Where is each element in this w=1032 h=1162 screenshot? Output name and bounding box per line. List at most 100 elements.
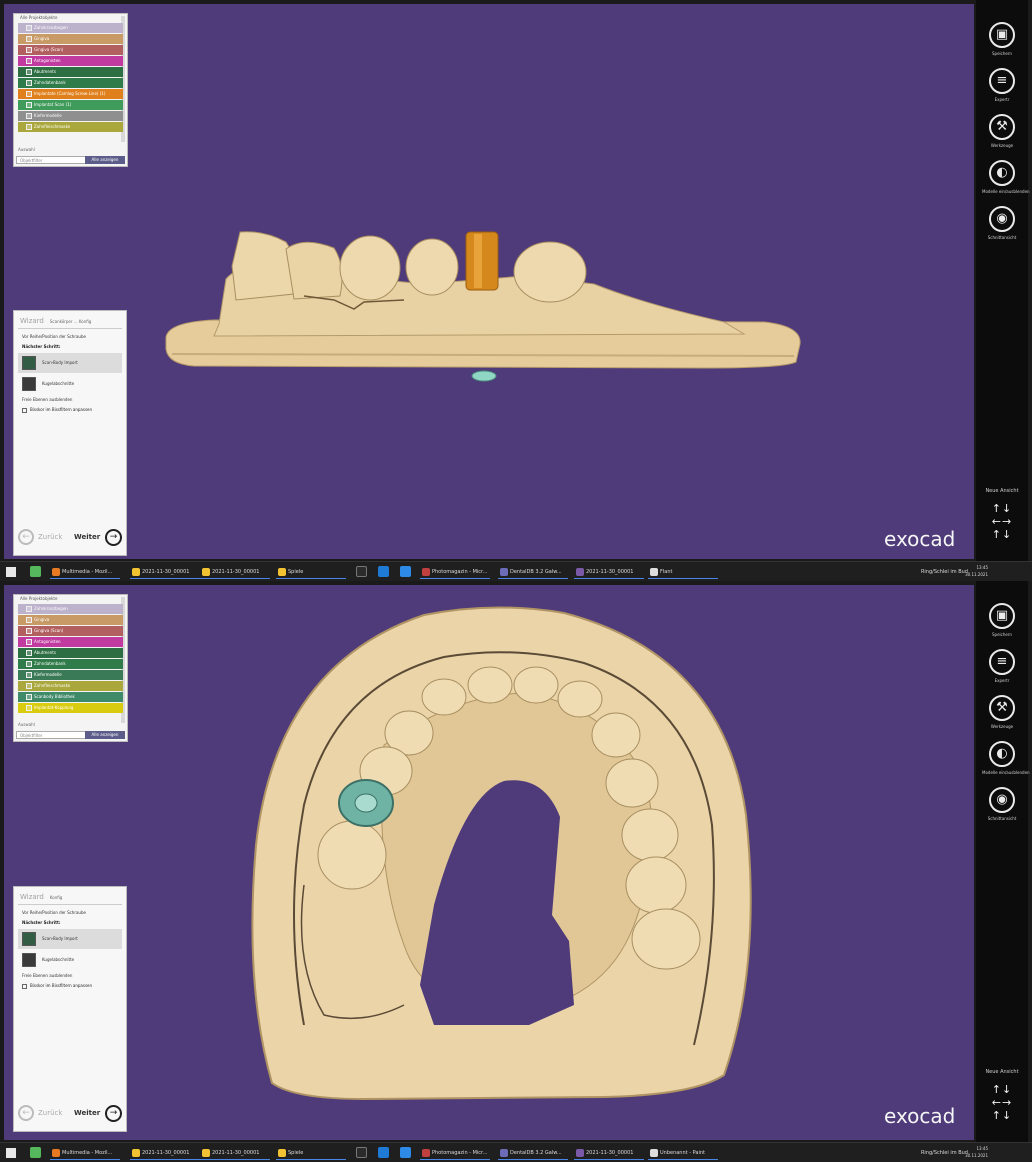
app-icon[interactable] — [400, 566, 411, 577]
toolbar-button[interactable]: ⚒ Werkzeuge — [982, 695, 1022, 735]
object-filter-input[interactable]: Objektfilter — [16, 156, 86, 164]
object-tree-item[interactable]: Implantate (Camlog Screw-Line) (1) — [18, 89, 123, 99]
app-icon[interactable] — [400, 1147, 411, 1158]
model-side-view[interactable] — [4, 4, 974, 559]
toolbar-button[interactable]: ⚒ Werkzeuge — [982, 114, 1022, 154]
windows-start-icon[interactable] — [6, 567, 16, 577]
visibility-checkbox[interactable] — [26, 58, 32, 64]
object-tree-item[interactable]: Zahndatenbank — [18, 78, 123, 88]
object-tree-item[interactable]: Zahnfleischmaske — [18, 681, 123, 691]
taskbar-clock[interactable]: 13:45 30.11.2021 — [965, 1145, 988, 1159]
visibility-checkbox[interactable] — [26, 639, 32, 645]
back-button[interactable]: Zurück — [38, 1109, 62, 1117]
visibility-checkbox[interactable] — [26, 606, 32, 612]
app-icon[interactable] — [30, 566, 41, 577]
back-arrow-icon[interactable]: ← — [18, 1105, 34, 1121]
toolbar-button[interactable]: ◉ Schnittansicht — [982, 787, 1022, 827]
taskbar-window-button[interactable]: Flant — [648, 565, 718, 579]
visibility-checkbox[interactable] — [26, 661, 32, 667]
3d-viewport-side[interactable]: Alle Projektobjekte Zahnkranzbogen Gingiv… — [4, 4, 974, 559]
taskbar-window-button[interactable]: 2021-11-30_00001 — [200, 565, 270, 579]
wizard-link[interactable]: Freie Ebenen ausblenden — [14, 395, 126, 405]
visibility-checkbox[interactable] — [26, 694, 32, 700]
object-tree-item[interactable]: Gingiva (Scan) — [18, 45, 123, 55]
view-rotate-arrows-icon[interactable]: ↑↓ ←→ ↑↓ — [984, 1083, 1020, 1122]
visibility-checkbox[interactable] — [26, 683, 32, 689]
app-icon[interactable] — [356, 1147, 367, 1158]
checkbox-box[interactable] — [22, 407, 27, 413]
next-button[interactable]: Weiter — [74, 1109, 100, 1117]
taskbar-window-button[interactable]: 2021-11-30_00001 — [130, 565, 200, 579]
visibility-checkbox[interactable] — [26, 628, 32, 634]
object-tree-item[interactable]: Kiefermodelle — [18, 111, 123, 121]
wizard-option-selected[interactable]: Scan-Body Import — [18, 929, 122, 949]
next-arrow-icon[interactable]: → — [105, 529, 122, 546]
visibility-checkbox[interactable] — [26, 113, 32, 119]
visibility-checkbox[interactable] — [26, 25, 32, 31]
3d-viewport-occlusal[interactable]: Alle Projektobjekte Zahnkranzbogen Gingiv… — [4, 585, 974, 1140]
object-tree-item[interactable]: Implantat Scan (1) — [18, 100, 123, 110]
next-arrow-icon[interactable]: → — [105, 1105, 122, 1122]
visibility-checkbox[interactable] — [26, 47, 32, 53]
taskbar-window-button[interactable]: Photomagazin - Micr... — [420, 565, 490, 579]
visibility-checkbox[interactable] — [26, 102, 32, 108]
taskbar-window-button[interactable]: Spiele — [276, 1146, 346, 1160]
toolbar-button[interactable]: ◉ Schnittansicht — [982, 206, 1022, 246]
object-tree-item[interactable]: Gingiva — [18, 615, 123, 625]
object-tree-item[interactable]: Gingiva — [18, 34, 123, 44]
object-tree-item[interactable]: Zahnkranzbogen — [18, 604, 123, 614]
object-tree-item[interactable]: Zahndatenbank — [18, 659, 123, 669]
taskbar-window-button[interactable]: 2021-11-30_00001 — [130, 1146, 200, 1160]
visibility-checkbox[interactable] — [26, 672, 32, 678]
taskbar-window-button[interactable]: 2021-11-30_00001 — [574, 1146, 644, 1160]
toolbar-button[interactable]: ▣ Speichern — [982, 22, 1022, 62]
object-tree-item[interactable]: Gingiva (Scan) — [18, 626, 123, 636]
visibility-checkbox[interactable] — [26, 91, 32, 97]
visibility-checkbox[interactable] — [26, 617, 32, 623]
taskbar-window-button[interactable]: 2021-11-30_00001 — [574, 565, 644, 579]
tray-text[interactable]: Ring/Schlei im Bud — [921, 565, 968, 579]
visibility-checkbox[interactable] — [26, 80, 32, 86]
visibility-checkbox[interactable] — [26, 705, 32, 711]
object-tree-panel[interactable]: Alle Projektobjekte Zahnkranzbogen Gingiv… — [13, 13, 128, 167]
back-arrow-icon[interactable]: ← — [18, 529, 34, 545]
taskbar-window-button[interactable]: 2021-11-30_00001 — [200, 1146, 270, 1160]
object-tree-item[interactable]: Kiefermodelle — [18, 670, 123, 680]
object-tree-item[interactable]: Implantat-Kopplung — [18, 703, 123, 713]
object-tree-item[interactable]: Abutments — [18, 67, 123, 77]
toolbar-button[interactable]: ≡ Expertr — [982, 649, 1022, 689]
taskbar-clock[interactable]: 13:45 30.11.2021 — [965, 564, 988, 578]
object-tree-panel[interactable]: Alle Projektobjekte Zahnkranzbogen Gingiv… — [13, 594, 128, 742]
app-icon[interactable] — [30, 1147, 41, 1158]
back-button[interactable]: Zurück — [38, 533, 62, 541]
show-all-button[interactable]: Alle anzeigen — [85, 731, 125, 739]
toolbar-button[interactable]: ◐ Modelle ein/ausblenden — [982, 160, 1030, 200]
wizard-option[interactable]: Kugelabschnitte — [18, 950, 122, 970]
wizard-checkbox[interactable]: Bisskor im Bissfiltern anpassen — [14, 981, 126, 991]
object-tree-item[interactable]: Scanbody Bibliothek — [18, 692, 123, 702]
object-tree-item[interactable]: Antagonisten — [18, 56, 123, 66]
object-filter-input[interactable]: Objektfilter — [16, 731, 86, 739]
wizard-link[interactable]: Freie Ebenen ausblenden — [14, 971, 126, 981]
taskbar-window-button[interactable]: Multimedia - Mozil... — [50, 565, 120, 579]
view-rotate-arrows-icon[interactable]: ↑↓ ←→ ↑↓ — [984, 502, 1020, 541]
visibility-checkbox[interactable] — [26, 36, 32, 42]
edge-icon[interactable] — [378, 1147, 389, 1158]
edge-icon[interactable] — [378, 566, 389, 577]
windows-start-icon[interactable] — [6, 1148, 16, 1158]
taskbar-window-button[interactable]: DentalDB 3.2 Galw... — [498, 1146, 568, 1160]
toolbar-button[interactable]: ≡ Expertr — [982, 68, 1022, 108]
wizard-option[interactable]: Kugelabschnitte — [18, 374, 122, 394]
taskbar-window-button[interactable]: DentalDB 3.2 Galw... — [498, 565, 568, 579]
app-icon[interactable] — [356, 566, 367, 577]
checkbox-box[interactable] — [22, 983, 27, 989]
object-tree-item[interactable]: Zahnkranzbogen — [18, 23, 123, 33]
object-tree-item[interactable]: Abutments — [18, 648, 123, 658]
taskbar-window-button[interactable]: Unbenannt - Paint — [648, 1146, 718, 1160]
wizard-checkbox[interactable]: Bisskor im Bissfiltern anpassen — [14, 405, 126, 415]
model-occlusal-view[interactable] — [4, 585, 974, 1140]
toolbar-button[interactable]: ▣ Speichern — [982, 603, 1022, 643]
wizard-option-selected[interactable]: Scan-Body Import — [18, 353, 122, 373]
taskbar-window-button[interactable]: Spiele — [276, 565, 346, 579]
visibility-checkbox[interactable] — [26, 650, 32, 656]
